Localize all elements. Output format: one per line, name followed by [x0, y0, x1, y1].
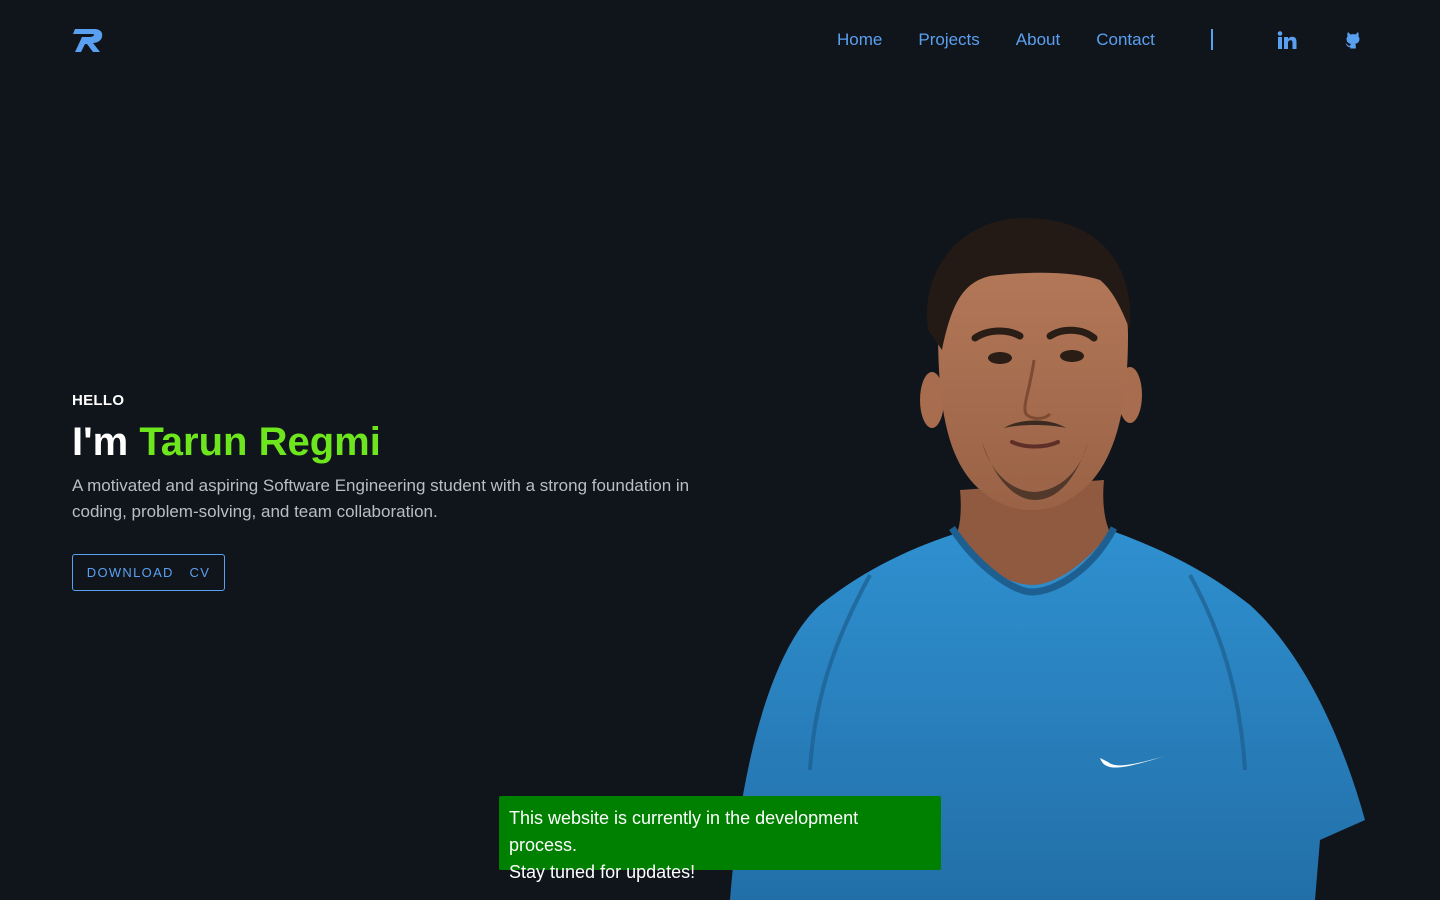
nav-divider [1211, 29, 1213, 50]
toast-line-2: Stay tuned for updates! [509, 862, 696, 882]
portfolio-page: Home Projects About Contact HELLO I'm Ta… [0, 0, 1440, 900]
github-icon[interactable] [1343, 30, 1363, 50]
hero-description: A motivated and aspiring Software Engine… [72, 476, 690, 521]
download-cv-button[interactable]: DOWNLOAD CV [72, 554, 225, 591]
nav-projects-link[interactable]: Projects [918, 30, 979, 50]
development-notice-toast: This website is currently in the develop… [499, 796, 941, 882]
hero-title: I'm Tarun Regmi [72, 420, 381, 465]
toast-line-1: This website is currently in the develop… [509, 808, 859, 855]
nav-about-link[interactable]: About [1016, 30, 1060, 50]
hero-name: Tarun Regmi [139, 420, 381, 464]
main-nav: Home Projects About Contact [837, 30, 1155, 50]
linkedin-icon[interactable] [1277, 30, 1297, 50]
title-prefix: I'm [72, 420, 129, 464]
r-logo-icon[interactable] [72, 26, 104, 54]
nav-home-link[interactable]: Home [837, 30, 882, 50]
greeting-label: HELLO [72, 392, 125, 409]
nav-contact-link[interactable]: Contact [1096, 30, 1155, 50]
